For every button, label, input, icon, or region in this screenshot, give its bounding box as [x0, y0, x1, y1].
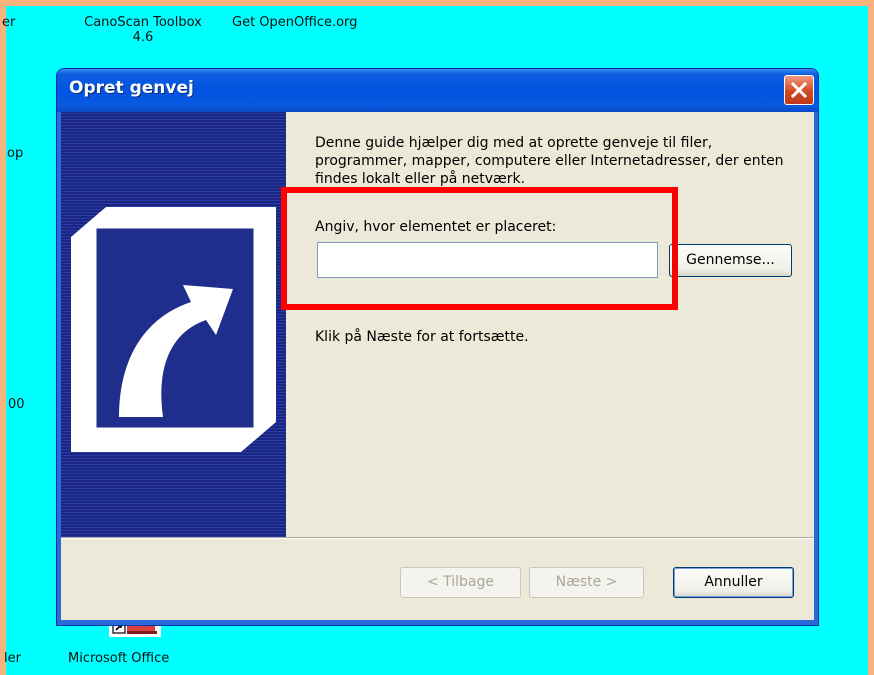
close-x-icon — [790, 81, 808, 99]
dialog-titlebar[interactable]: Opret genvej — [57, 69, 818, 112]
button-separator — [61, 537, 814, 539]
desktop-edge-label[interactable]: op — [7, 146, 23, 161]
dialog-title: Opret genvej — [69, 78, 194, 98]
desktop-edge-label[interactable]: er — [2, 15, 15, 30]
desktop-edge-label[interactable]: 00 — [8, 397, 25, 412]
wizard-side-panel — [61, 112, 286, 537]
browse-button[interactable]: Gennemse... — [669, 244, 792, 277]
desktop-icon-openoffice-label[interactable]: Get OpenOffice.org — [232, 15, 357, 30]
desktop-icon-msoffice-label[interactable]: Microsoft Office — [68, 651, 169, 666]
next-button[interactable]: Næste > — [529, 567, 644, 598]
shortcut-arrow-icon — [71, 207, 276, 452]
canoscan-label-line1: CanoScan Toolbox — [84, 15, 202, 30]
back-button[interactable]: < Tilbage — [400, 567, 521, 598]
canoscan-label-line2: 4.6 — [132, 30, 154, 45]
continue-instruction: Klik på Næste for at fortsætte. — [315, 329, 529, 345]
desktop-icon-canoscan-label[interactable]: CanoScan Toolbox 4.6 — [58, 15, 228, 45]
close-button[interactable] — [784, 75, 814, 105]
intro-text: Denne guide hjælper dig med at oprette g… — [315, 135, 784, 187]
cancel-button[interactable]: Annuller — [673, 567, 794, 598]
desktop-edge-label[interactable]: ler — [4, 651, 21, 666]
create-shortcut-dialog: Opret genvej Denne guide hjælper dig med… — [56, 68, 819, 626]
highlight-annotation — [281, 187, 678, 310]
